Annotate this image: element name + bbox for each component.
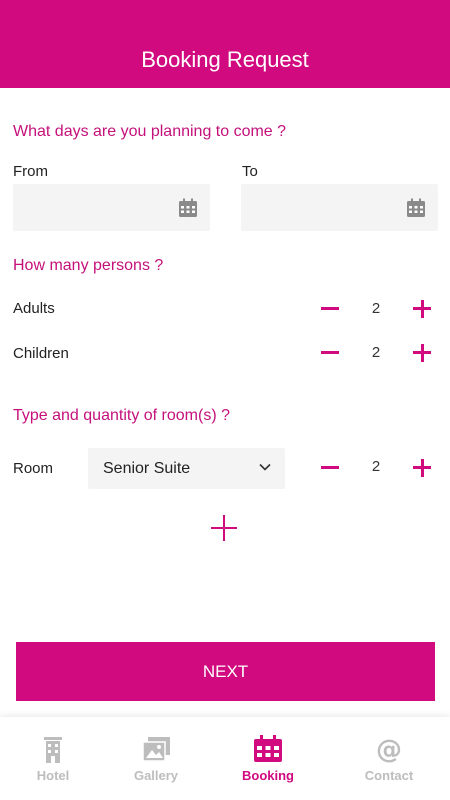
children-decrement-button[interactable] [319, 342, 341, 364]
adults-increment-button[interactable] [411, 298, 433, 320]
room-label: Room [13, 460, 54, 477]
hotel-icon [44, 737, 62, 763]
room-type-value: Senior Suite [103, 459, 191, 477]
tab-booking-label: Booking [242, 768, 294, 783]
tab-gallery[interactable]: Gallery [116, 717, 196, 800]
app-header: Booking Request [0, 0, 450, 88]
calendar-icon[interactable] [406, 198, 426, 218]
bottom-tab-bar: Hotel Gallery Booking @ Contact [0, 717, 450, 800]
children-increment-button[interactable] [411, 342, 433, 364]
rooms-heading: Type and quantity of room(s) ? [13, 407, 230, 424]
calendar-icon[interactable] [178, 198, 198, 218]
adults-label: Adults [13, 300, 55, 317]
gallery-icon [142, 737, 170, 762]
to-date-field[interactable] [241, 184, 438, 231]
tab-hotel[interactable]: Hotel [13, 717, 93, 800]
adults-count: 2 [371, 300, 381, 317]
from-label: From [13, 163, 48, 180]
add-room-button[interactable] [211, 515, 237, 541]
room-increment-button[interactable] [411, 457, 433, 479]
tab-booking[interactable]: Booking [228, 717, 308, 800]
next-button[interactable]: NEXT [16, 642, 435, 701]
room-decrement-button[interactable] [319, 457, 341, 479]
tab-gallery-label: Gallery [133, 768, 179, 783]
dates-heading: What days are you planning to come ? [13, 123, 287, 140]
children-count: 2 [371, 344, 381, 361]
from-date-field[interactable] [13, 184, 210, 231]
page-title: Booking Request [141, 47, 309, 72]
chevron-down-icon [259, 463, 271, 471]
tab-contact-label: Contact [364, 768, 414, 783]
to-label: To [242, 163, 258, 180]
tab-contact[interactable]: @ Contact [349, 717, 429, 800]
persons-heading: How many persons ? [13, 257, 164, 274]
calendar-icon [254, 735, 282, 762]
tab-hotel-label: Hotel [36, 768, 70, 783]
room-type-select[interactable]: Senior Suite [88, 448, 285, 489]
adults-decrement-button[interactable] [319, 298, 341, 320]
room-quantity: 2 [371, 458, 381, 475]
children-label: Children [13, 345, 69, 362]
at-icon: @ [376, 735, 402, 763]
svg-text:@: @ [376, 735, 402, 763]
